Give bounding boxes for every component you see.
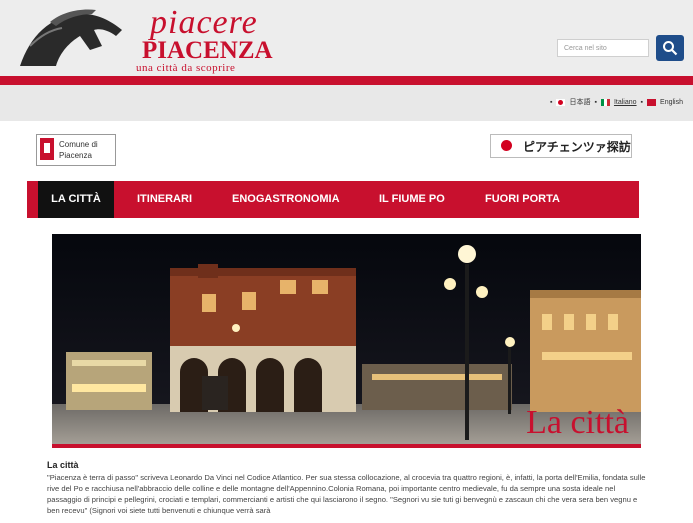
logo-main-text: PIACENZA [142, 37, 273, 64]
japanese-banner-link[interactable]: ピアチェンツァ探訪 [490, 134, 632, 158]
article-title: La città [47, 460, 79, 470]
main-navigation: LA CITTÀ ITINERARI ENOGASTRONOMIA IL FIU… [27, 181, 639, 218]
search-input[interactable]: Cerca nel sito [557, 39, 649, 57]
logo-subtitle: una città da scoprire [136, 62, 236, 74]
hero-title: La città [526, 404, 629, 441]
lang-japanese-link[interactable]: 日本語 [569, 97, 590, 107]
japanese-banner-text: ピアチェンツァ探訪 [523, 140, 631, 154]
comune-line2: Piacenza [59, 151, 92, 160]
japan-flag-icon [501, 140, 512, 151]
horse-logo-icon [20, 9, 122, 67]
search-icon [663, 41, 678, 56]
nav-la-citta[interactable]: LA CITTÀ [38, 181, 114, 218]
japan-flag-icon [556, 98, 566, 106]
nav-itinerari[interactable]: ITINERARI [137, 181, 192, 218]
uk-flag-icon [647, 98, 657, 106]
comune-shield-icon [40, 138, 54, 160]
header-red-bar [0, 76, 693, 85]
nav-il-fiume-po[interactable]: IL FIUME PO [379, 181, 445, 218]
article-paragraph: "Piacenza è terra di passo" scriveva Leo… [47, 473, 646, 515]
italy-flag-icon [600, 98, 610, 106]
lang-english-link[interactable]: English [660, 99, 683, 106]
nav-enogastronomia[interactable]: ENOGASTRONOMIA [232, 181, 340, 218]
comune-line1: Comune di [59, 140, 98, 149]
site-header: piacere PIACENZA una città da scoprire C… [0, 0, 693, 78]
language-switcher: ▪ 日本語 ▪ Italiano ▪ English [550, 97, 683, 107]
lang-italian-link[interactable]: Italiano [614, 99, 637, 106]
bullet-icon: ▪ [594, 98, 597, 106]
bullet-icon: ▪ [550, 98, 553, 106]
search-button[interactable] [656, 35, 684, 61]
comune-di-piacenza-link[interactable]: Comune di Piacenza [36, 134, 116, 166]
language-bar: ▪ 日本語 ▪ Italiano ▪ English [0, 85, 693, 121]
hero-image: La città [52, 234, 641, 448]
bullet-icon: ▪ [640, 98, 644, 106]
nav-fuori-porta[interactable]: FUORI PORTA [485, 181, 560, 218]
